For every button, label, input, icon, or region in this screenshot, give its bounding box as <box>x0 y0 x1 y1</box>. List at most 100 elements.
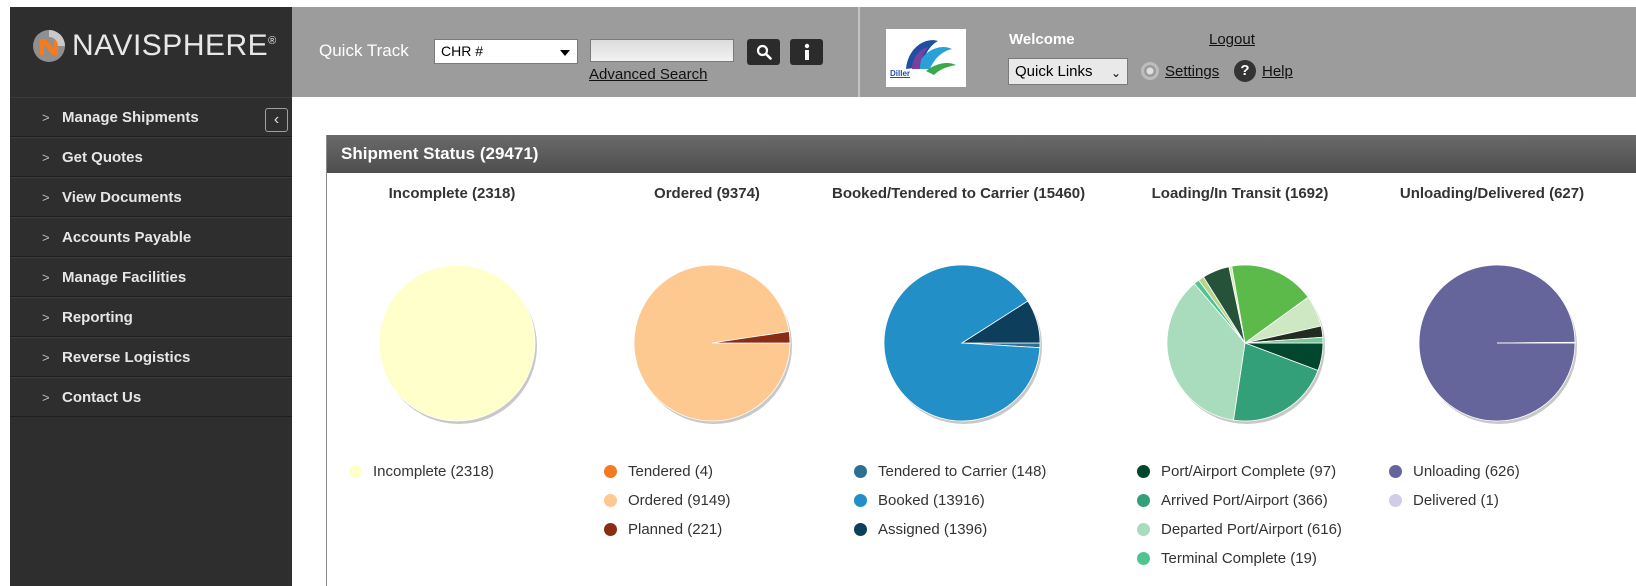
legend-item[interactable]: Tendered to Carrier (148) <box>854 457 1046 486</box>
legend-item[interactable]: Arrived Port/Airport (366) <box>1137 486 1342 515</box>
sidebar-item-label: Accounts Payable <box>62 228 192 246</box>
legend-label: Booked (13916) <box>878 492 985 509</box>
sidebar-item-label: View Documents <box>62 188 182 206</box>
legend-label: Ordered (9149) <box>628 492 731 509</box>
sidebar-item-contact-us[interactable]: > Contact Us <box>10 377 292 417</box>
chevron-right-icon: > <box>42 109 50 125</box>
sidebar-item-view-documents[interactable]: > View Documents <box>10 177 292 217</box>
legend-item[interactable]: Port/Airport Complete (97) <box>1137 457 1342 486</box>
navisphere-logo-icon <box>33 30 65 62</box>
sidebar-item-label: Manage Facilities <box>62 268 187 286</box>
diller-logo-icon <box>906 40 956 75</box>
sidebar-item-reporting[interactable]: > Reporting <box>10 297 292 337</box>
legend-item[interactable]: Delivered (1) <box>1389 486 1520 515</box>
gear-icon[interactable] <box>1139 60 1161 82</box>
logo-registered-mark: ® <box>268 35 277 47</box>
pie-chart-3: Loading/In Transit (1692) Port/Airport Co… <box>1115 173 1365 586</box>
sidebar-item-manage-facilities[interactable]: > Manage Facilities <box>10 257 292 297</box>
pie-svg <box>1166 264 1325 424</box>
sidebar: > Manage Shipments > Get Quotes > View Docu… <box>10 97 292 586</box>
legend-item[interactable]: Departed Port/Airport (616) <box>1137 515 1342 544</box>
logo-area[interactable]: NAVISPHERE® <box>10 7 292 97</box>
legend-swatch <box>1389 494 1402 507</box>
chevron-right-icon: > <box>42 149 50 165</box>
pie-svg <box>378 264 537 424</box>
chevron-right-icon: > <box>42 349 50 365</box>
legend-swatch <box>1389 465 1402 478</box>
help-icon[interactable]: ? <box>1234 60 1256 82</box>
search-button[interactable] <box>747 39 780 65</box>
quick-track-type-select[interactable]: CHR # <box>434 39 578 64</box>
legend-label: Arrived Port/Airport (366) <box>1161 492 1328 509</box>
sidebar-item-label: Manage Shipments <box>62 108 199 126</box>
legend-item[interactable]: Tendered (4) <box>604 457 731 486</box>
sidebar-item-manage-shipments[interactable]: > Manage Shipments <box>10 97 292 137</box>
pie-chart-1: Ordered (9374) Tendered (4) Ordered (9149)… <box>582 173 832 586</box>
search-icon <box>756 44 772 60</box>
chevron-down-icon: ⌄ <box>1110 66 1121 80</box>
legend-swatch <box>604 523 617 536</box>
chart-legend: Tendered (4) Ordered (9149) Planned (221) <box>604 457 731 544</box>
legend-item[interactable]: Ordered (9149) <box>604 486 731 515</box>
settings-link[interactable]: Settings <box>1165 63 1219 80</box>
legend-swatch <box>604 494 617 507</box>
legend-label: Departed Port/Airport (616) <box>1161 521 1342 538</box>
shipment-status-panel: Shipment Status (29471) Incomplete (2318… <box>326 135 1636 586</box>
quick-track-type-value: CHR # <box>441 43 484 59</box>
quick-links-select[interactable]: Quick Links ⌄ <box>1008 58 1128 85</box>
pie-svg <box>633 264 792 424</box>
chart-legend: Incomplete (2318) <box>349 457 494 486</box>
dropdown-caret-icon <box>560 50 570 56</box>
legend-swatch <box>1137 494 1150 507</box>
pie-svg <box>883 264 1042 424</box>
advanced-search-link[interactable]: Advanced Search <box>589 66 707 83</box>
sidebar-item-label: Reverse Logistics <box>62 348 191 366</box>
legend-swatch <box>604 465 617 478</box>
header-divider <box>858 7 860 97</box>
legend-label: Delivered (1) <box>1413 492 1499 509</box>
legend-swatch <box>854 523 867 536</box>
chevron-left-icon: ‹ <box>273 111 280 128</box>
help-link[interactable]: Help <box>1262 63 1293 80</box>
quick-track-label: Quick Track <box>319 41 409 60</box>
legend-label: Incomplete (2318) <box>373 463 494 480</box>
panel-title: Shipment Status (29471) <box>327 135 1636 173</box>
top-bar: Quick Track CHR # Advanced Search Diller… <box>292 7 1636 97</box>
pie-svg <box>1418 264 1577 424</box>
sidebar-item-label: Reporting <box>62 308 133 326</box>
pie-chart-2: Booked/Tendered to Carrier (15460) Tender… <box>832 173 1086 586</box>
legend-label: Tendered (4) <box>628 463 714 480</box>
collapse-sidebar-button[interactable]: ‹ <box>265 108 288 132</box>
welcome-text: Welcome <box>1009 31 1075 48</box>
chart-legend: Unloading (626) Delivered (1) <box>1389 457 1520 515</box>
sidebar-item-label: Get Quotes <box>62 148 143 166</box>
sidebar-item-accounts-payable[interactable]: > Accounts Payable <box>10 217 292 257</box>
chart-legend: Port/Airport Complete (97) Arrived Port/A… <box>1137 457 1342 573</box>
legend-item[interactable]: Assigned (1396) <box>854 515 1046 544</box>
info-button[interactable] <box>790 39 823 65</box>
customer-logo: Diller <box>886 29 966 87</box>
chart-title: Unloading/Delivered (627) <box>1399 185 1585 202</box>
legend-item[interactable]: Incomplete (2318) <box>349 457 494 486</box>
logo-wordmark: NAVISPHERE <box>72 29 269 62</box>
legend-item[interactable]: Booked (13916) <box>854 486 1046 515</box>
legend-label: Assigned (1396) <box>878 521 988 538</box>
sidebar-item-reverse-logistics[interactable]: > Reverse Logistics <box>10 337 292 377</box>
chart-legend: Tendered to Carrier (148) Booked (13916) A… <box>854 457 1046 544</box>
legend-item[interactable]: Terminal Complete (19) <box>1137 544 1342 573</box>
pie-slice[interactable] <box>378 264 536 422</box>
chart-title: Loading/In Transit (1692) <box>1151 185 1329 202</box>
chart-title: Booked/Tendered to Carrier (15460) <box>832 185 1086 202</box>
legend-item[interactable]: Planned (221) <box>604 515 731 544</box>
legend-item[interactable]: Unloading (626) <box>1389 457 1520 486</box>
logout-link[interactable]: Logout <box>1209 31 1255 48</box>
logo-text: NAVISPHERE® <box>72 29 277 63</box>
sidebar-item-get-quotes[interactable]: > Get Quotes <box>10 137 292 177</box>
chart-title: Ordered (9374) <box>654 185 760 202</box>
quick-track-input[interactable] <box>590 39 734 62</box>
pie-chart-0: Incomplete (2318) Incomplete (2318) <box>327 173 577 586</box>
legend-label: Terminal Complete (19) <box>1161 550 1317 567</box>
legend-swatch <box>1137 552 1150 565</box>
chevron-right-icon: > <box>42 269 50 285</box>
chart-title: Incomplete (2318) <box>388 185 516 202</box>
